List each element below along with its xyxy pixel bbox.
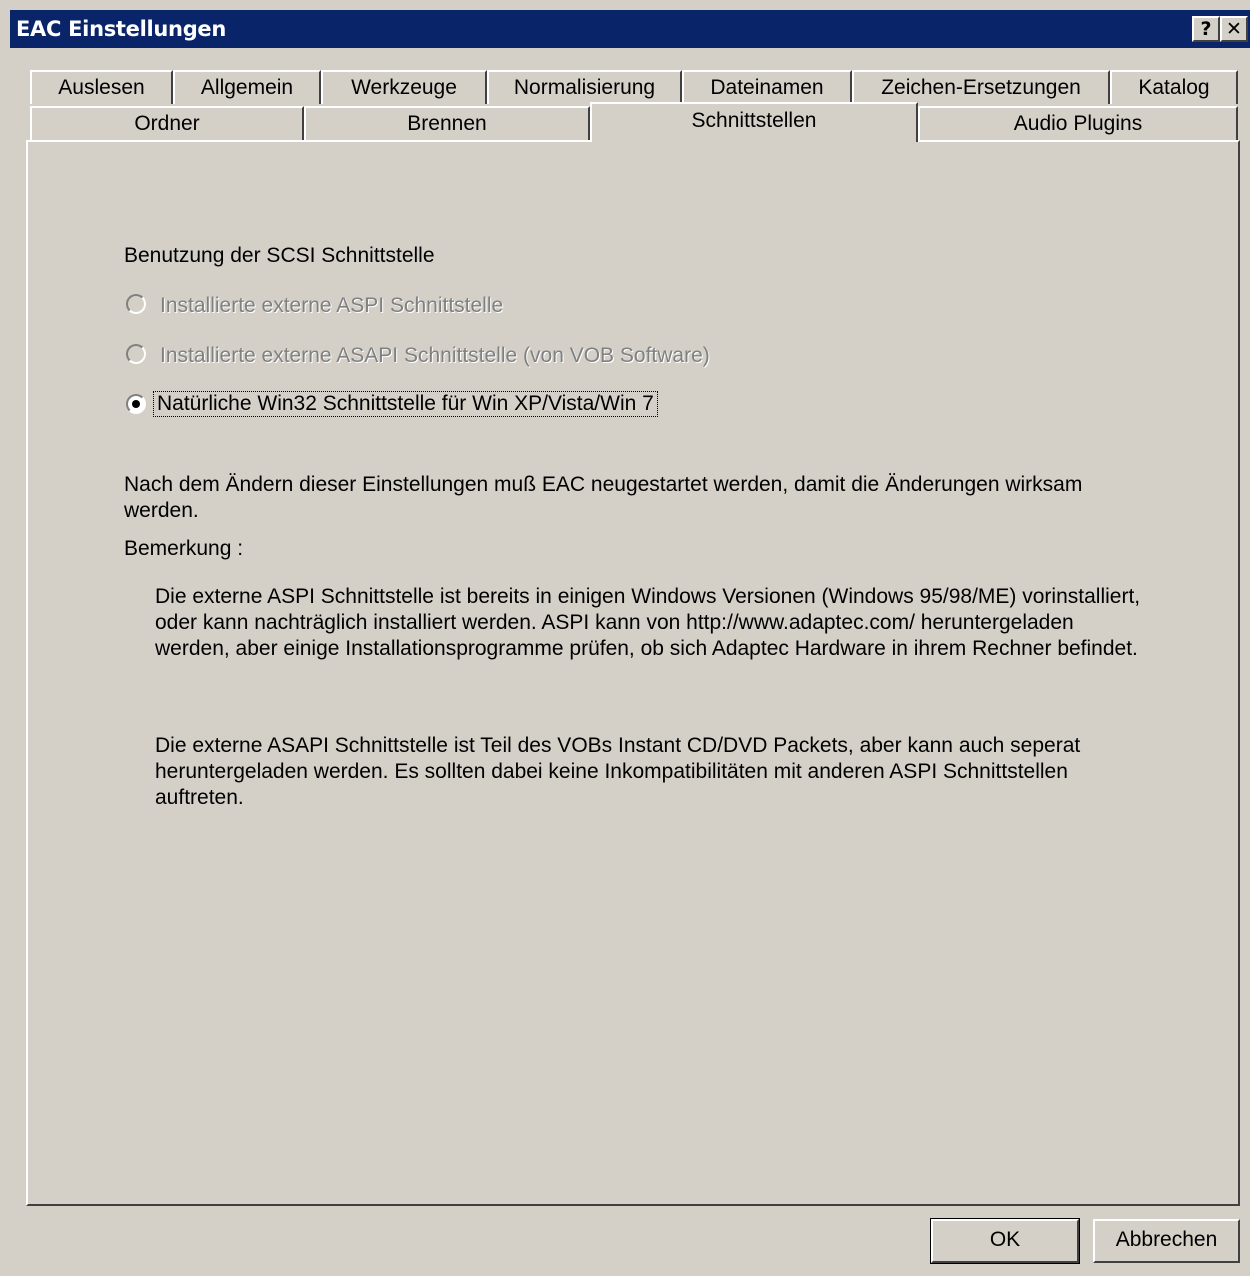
radio-label-win32: Natürliche Win32 Schnittstelle für Win X… [153,391,658,417]
tab-brennen[interactable]: Brennen [304,106,590,140]
radio-selected-dot [132,400,140,408]
help-button[interactable]: ? [1192,16,1220,42]
remark-label: Bemerkung : [124,537,244,560]
tab-dateinamen[interactable]: Dateinamen [682,70,852,104]
radio-button-win32[interactable] [126,394,146,414]
close-button[interactable]: ✕ [1220,16,1248,42]
remark-asapi: Die externe ASAPI Schnittstelle ist Teil… [155,734,1081,809]
restart-note: Nach dem Ändern dieser Einstellungen muß… [124,473,1083,522]
close-icon: ✕ [1226,18,1242,40]
radio-label-aspi: Installierte externe ASPI Schnittstelle [160,294,504,317]
radio-button-aspi[interactable] [126,294,146,314]
ok-button[interactable]: OK [930,1218,1080,1264]
cancel-button[interactable]: Abbrechen [1093,1219,1240,1263]
tab-schnittstellen[interactable]: Schnittstellen [590,102,918,142]
tab-ordner[interactable]: Ordner [30,106,304,140]
tab-normalisierung[interactable]: Normalisierung [487,70,682,104]
remark-aspi: Die externe ASPI Schnittstelle ist berei… [155,585,1141,660]
scsi-interface-heading: Benutzung der SCSI Schnittstelle [124,244,435,267]
tab-katalog[interactable]: Katalog [1110,70,1238,104]
radio-button-asapi[interactable] [126,344,146,364]
tab-allgemein[interactable]: Allgemein [173,70,321,104]
tab-auslesen[interactable]: Auslesen [30,70,173,104]
tab-audio-plugins[interactable]: Audio Plugins [918,106,1238,140]
tab-zeichen-ersetzungen[interactable]: Zeichen-Ersetzungen [852,70,1110,104]
tab-werkzeuge[interactable]: Werkzeuge [321,70,487,104]
window-title: EAC Einstellungen [16,17,227,41]
eac-settings-dialog: EAC Einstellungen ? ✕ Auslesen Allgemein… [0,0,1250,1276]
radio-label-asapi: Installierte externe ASAPI Schnittstelle… [160,344,710,367]
title-bar[interactable]: EAC Einstellungen ? ✕ [10,10,1250,48]
